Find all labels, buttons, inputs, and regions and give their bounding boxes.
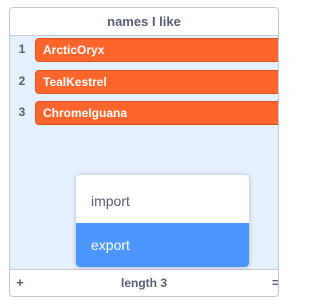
resize-handle[interactable]: = [272,270,278,296]
list-row: 3 ChromeIguana [10,99,278,125]
list-footer: + length 3 = [10,269,278,296]
row-index: 2 [18,74,26,88]
context-menu: import export [76,175,249,267]
row-index: 1 [18,42,26,56]
menu-item-import[interactable]: import [76,181,249,221]
row-index: 3 [18,105,26,119]
list-item[interactable]: ChromeIguana [35,101,278,125]
menu-item-export[interactable]: export [76,223,249,267]
list-item[interactable]: TealKestrel [35,70,278,94]
list-item[interactable]: ArcticOryx [35,38,278,62]
list-row: 2 TealKestrel [10,68,278,94]
list-row: 1 ArcticOryx [10,36,278,62]
list-title: names I like [10,8,278,36]
list-length-label: length 3 [120,276,167,290]
